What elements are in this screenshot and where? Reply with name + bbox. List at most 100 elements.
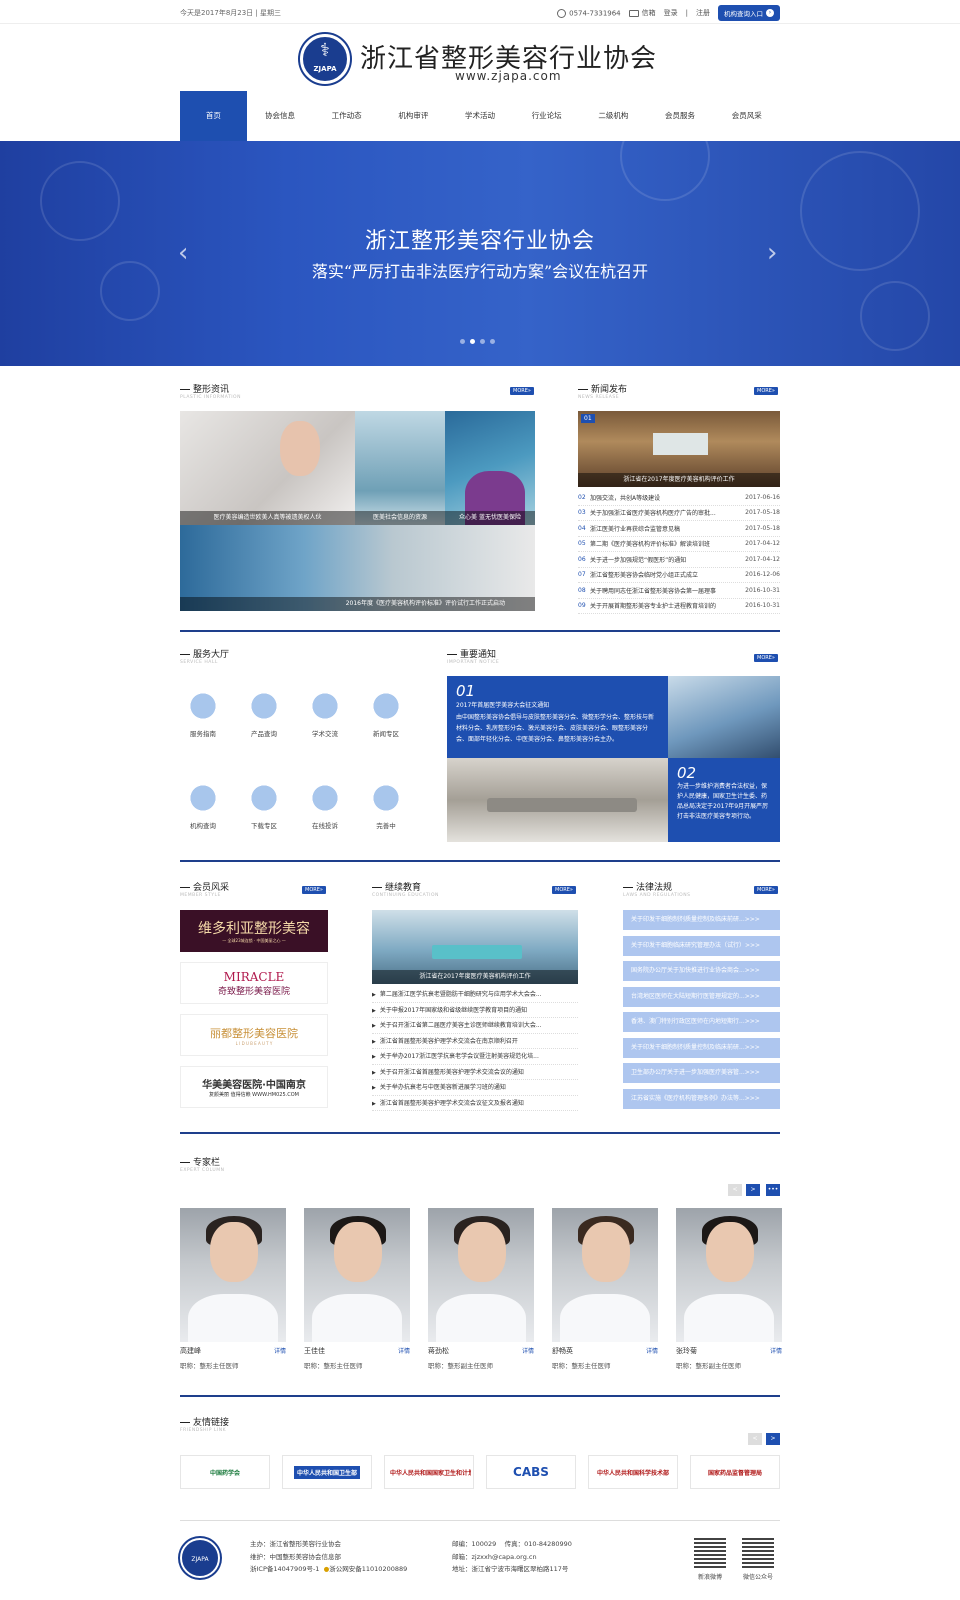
nav-about[interactable]: 协会信息 — [247, 91, 314, 141]
service-item-8[interactable]: 完善中 — [366, 782, 406, 830]
news-list-item[interactable]: 03 关于加强浙江省医疗美容机构医疗广告的审批... 2017-05-18 — [578, 506, 780, 521]
education-list-item[interactable]: 关于申报2017年国家级和省级继续医学教育项目的通知 — [372, 1003, 578, 1018]
news-feature-image[interactable]: 01 浙江省在2017年度医疗美容机构评价工作 — [578, 411, 780, 487]
nav-work[interactable]: 工作动态 — [313, 91, 380, 141]
expert-photo[interactable] — [304, 1208, 410, 1342]
member-logo-miracle[interactable]: MIRACLE 奇致整形美容医院 — [180, 962, 328, 1004]
news-more-button[interactable]: MORE» — [754, 387, 778, 395]
service-item-4[interactable]: 新闻专区 — [366, 690, 406, 738]
links-next-button[interactable]: > — [766, 1433, 780, 1445]
banner-dot[interactable] — [490, 339, 495, 344]
expert-detail-link[interactable]: 详情 — [398, 1346, 410, 1356]
notice-card-2[interactable]: 02 为进一步维护消费者合法权益，保护人民健康，国家卫生计生委、药品总局决定于2… — [668, 758, 780, 842]
member-logo-huamei[interactable]: 华美美容医院·中国南京 复颜美丽 值得信赖 WWW.HM025.COM — [180, 1066, 328, 1108]
law-item[interactable]: 关于印发干细胞制剂质量控制及临床前研...>>> — [623, 910, 780, 930]
nav-review[interactable]: 机构审评 — [380, 91, 447, 141]
friend-link[interactable]: 国家药品监督管理局 — [690, 1455, 780, 1489]
nav-member-service[interactable]: 会员服务 — [647, 91, 714, 141]
friend-link[interactable]: 中华人民共和国科学技术部 — [588, 1455, 678, 1489]
links-prev-button[interactable]: < — [748, 1433, 762, 1445]
banner-dot[interactable] — [460, 339, 465, 344]
footer-email[interactable]: 邮箱：zjzxxh@capa.org.cn — [452, 1551, 572, 1564]
plastic-image-clinic[interactable]: 医美社会信息的资源 — [355, 411, 445, 525]
register-link[interactable]: 注册 — [696, 8, 710, 18]
news-list-item[interactable]: 02 加强交流，共创A等级建设 2017-06-16 — [578, 490, 780, 506]
news-list-item[interactable]: 08 关于聘用同志任浙江省整形美容协会第一届理事 2016-10-31 — [578, 583, 780, 599]
nav-academic[interactable]: 学术活动 — [447, 91, 514, 141]
expert-detail-link[interactable]: 详情 — [274, 1346, 286, 1356]
expert-photo[interactable] — [552, 1208, 658, 1342]
law-item[interactable]: 台湾地区医师在大陆短期行医管理规定的...>>> — [623, 986, 780, 1007]
news-list-item[interactable]: 09 关于开展首期整形美容专业护士进程教育培训的 2016-10-31 — [578, 599, 780, 614]
education-list-item[interactable]: 第二届浙江医学抗衰老暨脂肪干细胞研究与应用学术大会会... — [372, 987, 578, 1003]
education-list-item[interactable]: 关于召开浙江省第二届医疗美容主诊医师继续教育培训大会... — [372, 1018, 578, 1034]
institution-query-button[interactable]: 机构查询入口 › — [718, 5, 780, 21]
member-logo-victoria[interactable]: 维多利亚整形美容 — 全球23城连锁 · 中国美丽之心 — — [180, 910, 328, 952]
banner-prev-arrow[interactable]: ‹ — [178, 238, 188, 268]
service-item-2[interactable]: 产品查询 — [244, 690, 284, 738]
expert-card[interactable]: 蒋劲松 详情 职称：整形副主任医师 — [428, 1208, 534, 1370]
nav-member-style[interactable]: 会员风采 — [713, 91, 780, 141]
association-logo[interactable]: ⚕ ZJAPA — [300, 34, 350, 84]
law-item[interactable]: 香港、澳门特别行政区医师在内地短期行...>>> — [623, 1012, 780, 1032]
law-item[interactable]: 关于印发干细胞制剂质量控制及临床前研...>>> — [623, 1037, 780, 1058]
experts-all-button[interactable]: ••• — [766, 1184, 780, 1196]
news-list-item[interactable]: 05 第二期《医疗美容机构评价标准》解读培训班 2017-04-12 — [578, 537, 780, 552]
education-list-item[interactable]: 关于举办抗衰老与中医美容新进展学习班的通知 — [372, 1080, 578, 1096]
news-list-item[interactable]: 04 浙江医美行业再获综合监管意见稿 2017-05-18 — [578, 521, 780, 537]
plastic-image-surgeon[interactable]: 众心美 蓝无忧医美保险 — [445, 411, 535, 525]
plastic-more-button[interactable]: MORE» — [510, 387, 534, 395]
notice-card-1[interactable]: 01 2017年首届医学美容大会征文通知 由中国整形美容协会倡导与皮肤整形美容分… — [447, 676, 668, 758]
service-item-label: 新闻专区 — [373, 730, 399, 738]
login-link[interactable]: 登录 — [664, 8, 678, 18]
expert-photo[interactable] — [180, 1208, 286, 1342]
experts-next-button[interactable]: > — [746, 1184, 760, 1196]
friend-link[interactable]: CABS — [486, 1455, 576, 1489]
law-item[interactable]: 卫生部办公厅关于进一步加强医疗美容管...>>> — [623, 1063, 780, 1083]
expert-card[interactable]: 王佳佳 详情 职称：整形主任医师 — [304, 1208, 410, 1370]
expert-card[interactable]: 张玲菊 详情 职称：整形副主任医师 — [676, 1208, 782, 1370]
law-item[interactable]: 国务院办公厅关于加快推进行业协会商会...>>> — [623, 961, 780, 981]
education-list-item[interactable]: 关于举办2017浙江医学抗衰老学会议暨注射美容规范化培... — [372, 1049, 578, 1065]
news-list-item[interactable]: 07 浙江省整形美容协会临时党小组正式成立 2016-12-06 — [578, 568, 780, 583]
expert-card[interactable]: 高建峰 详情 职称：整形主任医师 — [180, 1208, 286, 1370]
notice-more-button[interactable]: MORE» — [754, 654, 778, 662]
education-image[interactable]: 浙江省在2017年度医疗美容机构评价工作 — [372, 910, 578, 984]
footer-police[interactable]: 浙公网安备11010200889 — [329, 1565, 407, 1573]
service-item-1[interactable]: 服务指南 — [183, 690, 223, 738]
laws-more-button[interactable]: MORE» — [754, 886, 778, 894]
education-list-item[interactable]: 浙江省首届整形美容护理学术交流会在南京顺利召开 — [372, 1034, 578, 1049]
education-more-button[interactable]: MORE» — [552, 886, 576, 894]
service-item-7[interactable]: 在线投诉 — [305, 782, 345, 830]
service-item-6[interactable]: 下载专区 — [244, 782, 284, 830]
experts-prev-button[interactable]: < — [728, 1184, 742, 1196]
banner-next-arrow[interactable]: › — [767, 238, 777, 268]
friend-link[interactable]: 中华人民共和国卫生部 — [282, 1455, 372, 1489]
law-item[interactable]: 关于印发干细胞临床研究管理办法（试行）>>> — [623, 935, 780, 956]
expert-detail-link[interactable]: 详情 — [770, 1346, 782, 1356]
nav-branches[interactable]: 二级机构 — [580, 91, 647, 141]
footer-icp[interactable]: 浙ICP备14047909号-1 — [250, 1565, 319, 1573]
service-item-5[interactable]: 机构查询 — [183, 782, 223, 830]
expert-photo[interactable] — [428, 1208, 534, 1342]
plastic-image-woman[interactable]: 医疗美容编造世欧美人真等被遗美权人伙 — [180, 411, 355, 525]
nav-forum[interactable]: 行业论坛 — [513, 91, 580, 141]
banner-dot-active[interactable] — [470, 339, 475, 344]
news-list-item[interactable]: 06 关于进一步加强规范“假医形”的通知 2017-04-12 — [578, 552, 780, 568]
mail-link[interactable]: 信箱 — [628, 8, 656, 18]
friend-link[interactable]: 中华人民共和国国家卫生和计划生育委员会 — [384, 1455, 474, 1489]
expert-card[interactable]: 舒畅英 详情 职称：整形主任医师 — [552, 1208, 658, 1370]
expert-detail-link[interactable]: 详情 — [522, 1346, 534, 1356]
friend-link[interactable]: 中国药学会 — [180, 1455, 270, 1489]
banner-dot[interactable] — [480, 339, 485, 344]
education-list-item[interactable]: 浙江省首届整形美容护理学术交流会议征文及报名通知 — [372, 1096, 578, 1111]
law-item[interactable]: 江苏省实施《医疗机构管理条例》办法等...>>> — [623, 1088, 780, 1109]
plastic-image-lab[interactable]: 2016年度《医疗美容机构评价标准》评价试行工作正式启动 — [180, 525, 535, 611]
nav-home[interactable]: 首页 — [180, 91, 247, 141]
service-item-3[interactable]: 学术交流 — [305, 690, 345, 738]
expert-photo[interactable] — [676, 1208, 782, 1342]
education-list-item[interactable]: 关于召开浙江省首届整形美容护理学术交流会议的通知 — [372, 1065, 578, 1080]
member-logo-lidu[interactable]: 丽都整形美容医院 L I D U B E A U T Y — [180, 1014, 328, 1056]
member-more-button[interactable]: MORE» — [302, 886, 326, 894]
expert-detail-link[interactable]: 详情 — [646, 1346, 658, 1356]
